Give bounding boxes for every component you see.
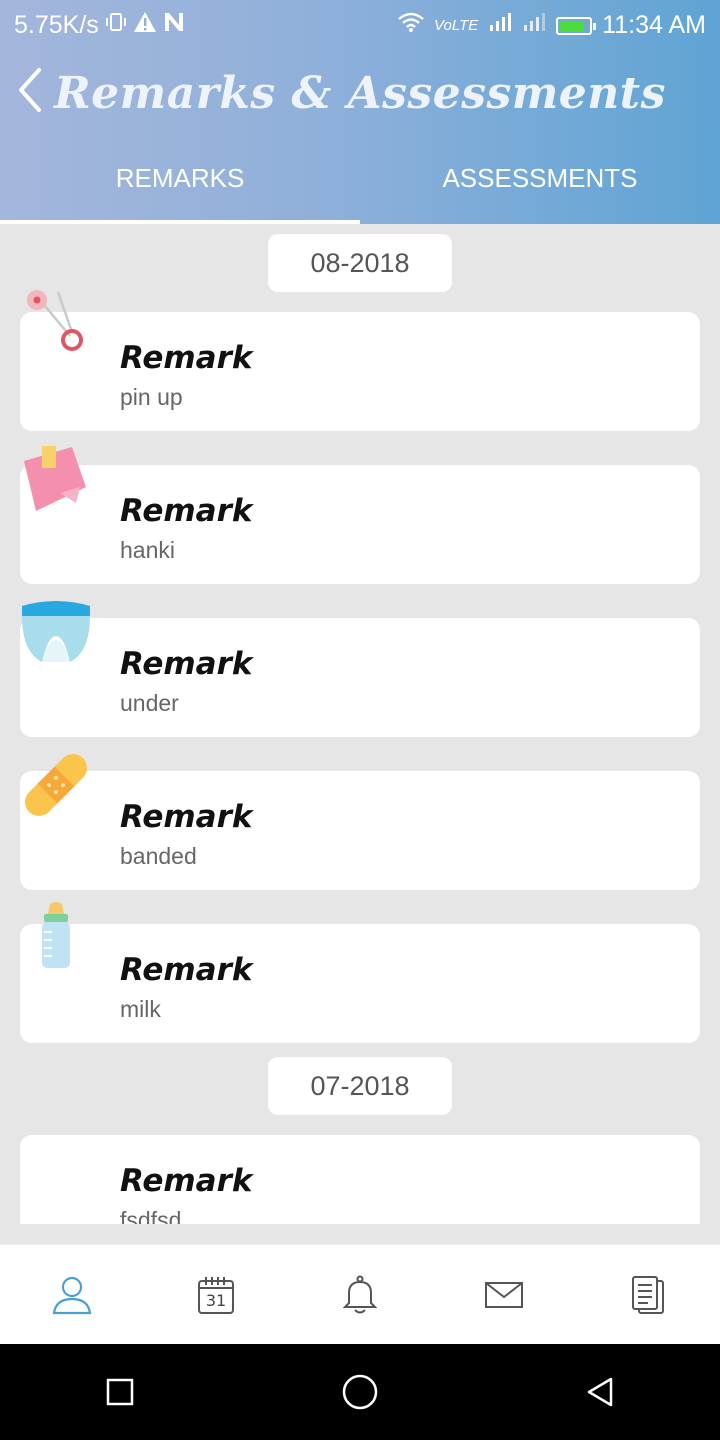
nav-messages[interactable] [432, 1245, 576, 1345]
documents-icon [632, 1276, 664, 1314]
remark-title: Remark [120, 952, 253, 988]
home-button[interactable] [310, 1344, 410, 1440]
system-nav-bar [0, 1344, 720, 1440]
safety-pin-icon [20, 290, 92, 362]
tab-label: REMARKS [115, 162, 245, 193]
nav-profile[interactable] [0, 1245, 144, 1345]
wifi-icon [398, 11, 424, 40]
list-item[interactable]: Remark pin up [20, 290, 700, 431]
diaper-icon [20, 596, 92, 668]
remark-title: Remark [120, 340, 253, 376]
calendar-day: 31 [205, 1291, 227, 1310]
list-item[interactable]: Remark fsdfsd [20, 1135, 700, 1224]
circle-icon [342, 1374, 378, 1410]
date-label: 07-2018 [310, 1070, 410, 1101]
profile-icon [52, 1276, 92, 1315]
nav-notifications[interactable] [288, 1245, 432, 1345]
status-bar: 5.75K/s VoLTE 11:34 AM [0, 0, 720, 48]
remark-text: banded [120, 843, 197, 869]
remark-title: Remark [120, 1163, 253, 1199]
vibrate-icon [105, 11, 127, 40]
nav-documents[interactable] [576, 1245, 720, 1345]
triangle-back-icon [587, 1377, 613, 1407]
date-header: 07-2018 [268, 1057, 452, 1115]
app-header: 5.75K/s VoLTE 11:34 AM Remarks & Assessm… [0, 0, 720, 224]
remark-title: Remark [120, 799, 253, 835]
bandage-icon [20, 749, 92, 821]
warning-icon [133, 11, 157, 40]
remarks-list[interactable]: 08-2018 Remark pin up Remark hanki Remar… [0, 224, 720, 1224]
bottom-nav: 31 [0, 1244, 720, 1345]
volte-label: VoLTE [434, 17, 479, 34]
list-item[interactable]: Remark hanki [20, 446, 700, 584]
page-title: Remarks & Assessments [54, 68, 666, 119]
remark-text: milk [120, 996, 161, 1022]
list-item[interactable]: Remark banded [20, 754, 700, 890]
remark-title: Remark [120, 646, 253, 682]
tab-assessments[interactable]: ASSESSMENTS [360, 144, 720, 224]
remark-text: under [120, 690, 179, 716]
list-item[interactable]: Remark under [20, 601, 700, 737]
app-bar: Remarks & Assessments [0, 48, 720, 144]
calendar-icon: 31 [197, 1275, 235, 1315]
date-header: 08-2018 [268, 234, 452, 292]
recents-button[interactable] [70, 1344, 170, 1440]
n-notification-icon [163, 11, 187, 40]
back-system-button[interactable] [550, 1344, 650, 1440]
signal-2-icon [522, 11, 546, 40]
baby-bottle-icon [20, 902, 92, 974]
date-label: 08-2018 [310, 247, 410, 278]
bell-icon [343, 1275, 377, 1314]
list-item[interactable]: Remark milk [20, 902, 700, 1043]
remark-text: hanki [120, 537, 175, 563]
tab-label: ASSESSMENTS [442, 162, 638, 193]
tab-remarks[interactable]: REMARKS [0, 144, 360, 224]
signal-icon [488, 11, 512, 40]
nav-calendar[interactable]: 31 [144, 1245, 288, 1345]
handkerchief-icon [20, 443, 92, 515]
mail-icon [485, 1282, 523, 1308]
tab-bar: REMARKS ASSESSMENTS [0, 144, 720, 224]
battery-icon [556, 16, 597, 35]
square-icon [106, 1378, 134, 1406]
remark-title: Remark [120, 493, 253, 529]
network-speed: 5.75K/s [14, 11, 99, 39]
clock: 11:34 AM [602, 11, 706, 39]
remark-text: fsdfsd [120, 1207, 182, 1224]
remark-text: pin up [120, 384, 183, 410]
